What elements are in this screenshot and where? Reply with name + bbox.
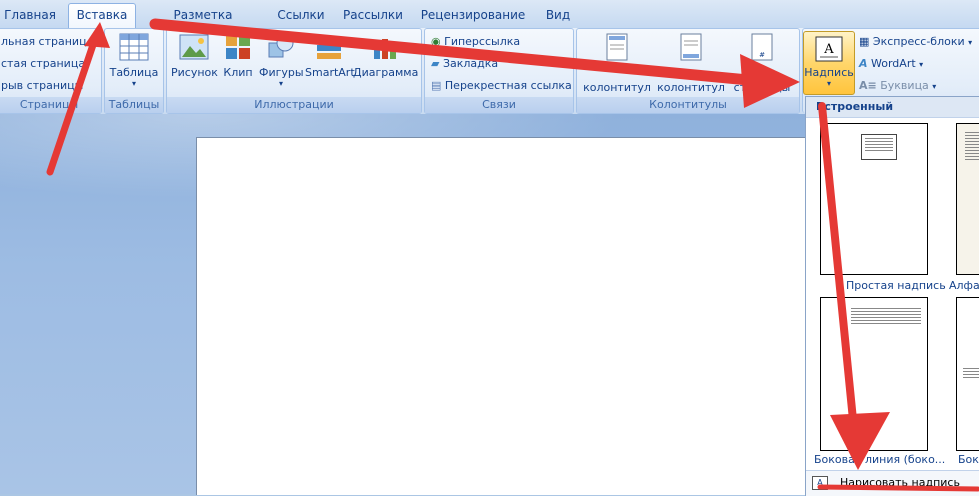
- annotation-underline: [817, 484, 979, 492]
- annotation-arrows: [46, 18, 979, 492]
- annotation-arrow-draw: [818, 102, 859, 444]
- annotation-arrowhead-draw: [830, 412, 890, 470]
- annotation-arrow-textbox: [149, 18, 776, 88]
- annotation-arrowhead-textbox: [740, 54, 800, 108]
- annotation-arrow-insert: [46, 32, 100, 176]
- annotation-arrowhead-insert: [84, 22, 110, 48]
